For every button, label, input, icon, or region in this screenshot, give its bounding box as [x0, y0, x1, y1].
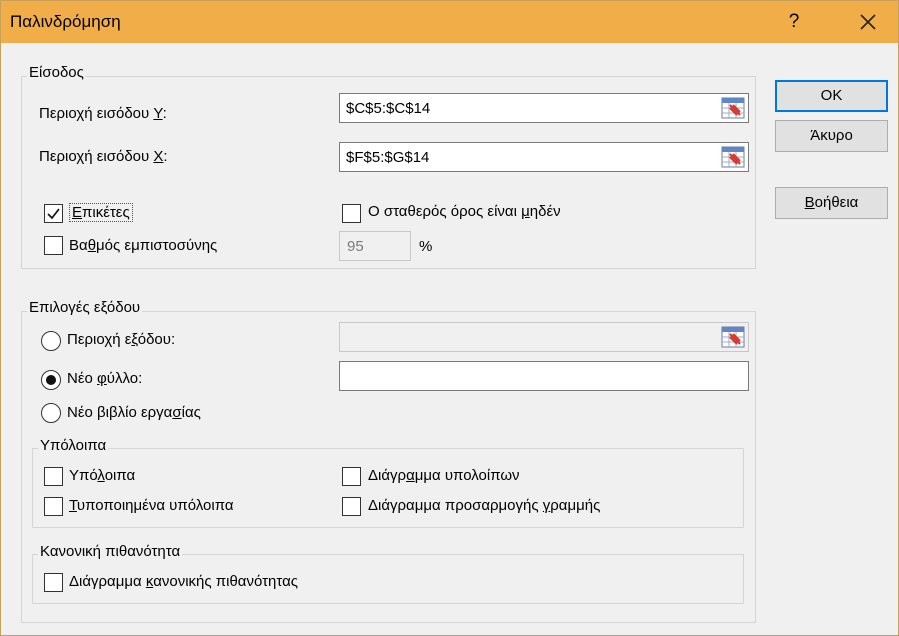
help-key: Β [804, 194, 815, 211]
new-sheet-input[interactable] [339, 361, 749, 391]
labels-rest: πικέτες [82, 204, 130, 221]
line-fit-plots-label: Διάγραμμα προσαρμογής γραμμής [368, 497, 600, 514]
new-workbook-radio[interactable] [41, 403, 61, 423]
confidence-label: Βαθμός εμπιστοσύνης [69, 237, 217, 254]
x-range-label-colon: : [163, 148, 168, 165]
radio-selected-dot [46, 375, 56, 385]
help-button[interactable]: Βοήθεια [775, 187, 888, 219]
y-range-label: Περιοχή εισόδου Y: [39, 105, 167, 122]
help-icon[interactable]: ? [781, 9, 807, 35]
standardized-residuals-label: Τυποποιημένα υπόλοιπα [69, 497, 234, 514]
y-range-input[interactable]: $C$5:$C$14 [339, 93, 749, 123]
output-range-label: Περιοχή εξόδου: [67, 331, 175, 348]
residuals-text: Υπό [69, 467, 98, 484]
output-range-rest: όδου: [137, 331, 176, 348]
x-range-input[interactable]: $F$5:$G$14 [339, 142, 749, 172]
confidence-input[interactable]: 95 [339, 231, 411, 261]
standardized-rest: υποποιημένα υπόλοιπα [76, 497, 234, 514]
constant-zero-checkbox[interactable] [342, 204, 361, 223]
normal-plot-rest: ανονικής πιθανότητας [153, 573, 298, 590]
output-group-label: Επιλογές εξόδου [27, 299, 143, 316]
help-rest: οήθεια [814, 194, 859, 211]
residual-plots-rest: μμα υπολοίπων [414, 467, 520, 484]
y-range-label-key: Y [153, 105, 163, 122]
close-icon[interactable] [853, 7, 883, 37]
line-fit-rest: ραμμής [550, 497, 601, 514]
standardized-key: Τ [69, 497, 77, 514]
line-fit-plots-checkbox[interactable] [342, 497, 361, 516]
x-range-label-text: Περιοχή εισόδου [39, 148, 154, 165]
residuals-checkbox[interactable] [44, 467, 63, 486]
confidence-unit: % [419, 238, 433, 255]
new-sheet-radio[interactable] [41, 370, 61, 390]
normal-probability-label: Διάγραμμα κανονικής πιθανότητας [69, 573, 298, 590]
title-bar: Παλινδρόμηση ? [1, 1, 898, 43]
residuals-key: λ [97, 467, 105, 484]
output-range-text: Περιοχή ε [67, 331, 132, 348]
labels-key: Ε [72, 204, 83, 221]
constant-zero-rest: ηδέν [529, 203, 561, 220]
residuals-rest: οιπα [104, 467, 136, 484]
regression-dialog: Παλινδρόμηση ? Είσοδος Περιοχή εισόδου Y… [0, 0, 899, 636]
range-selector-icon[interactable] [721, 326, 745, 348]
new-sheet-rest: ύλλο: [106, 370, 143, 387]
new-sheet-label: Νέο φύλλο: [67, 370, 142, 387]
output-range-input[interactable] [339, 322, 749, 352]
y-range-label-colon: : [162, 105, 167, 122]
residuals-group [32, 448, 744, 528]
dialog-title: Παλινδρόμηση [10, 12, 121, 31]
input-group-label: Είσοδος [27, 64, 86, 81]
constant-zero-text: Ο σταθερός όρος είναι [368, 203, 522, 220]
new-workbook-label: Νέο βιβλίο εργασίας [67, 404, 201, 421]
confidence-key: θ [87, 237, 97, 254]
new-workbook-text: Νέο βιβλίο εργα [67, 404, 173, 421]
residual-plots-text: Διάγρ [368, 467, 407, 484]
x-range-label-key: X [153, 148, 164, 165]
new-workbook-rest: ίας [181, 404, 201, 421]
normal-probability-group-label: Κανονική πιθανότητα [38, 543, 183, 560]
new-workbook-key: σ [172, 404, 182, 421]
confidence-text: Βα [69, 237, 88, 254]
new-sheet-text: Νέο [67, 370, 98, 387]
residual-plots-key: α [406, 467, 415, 484]
output-range-radio[interactable] [41, 331, 61, 351]
confidence-rest: μός εμπιστοσύνης [96, 237, 218, 254]
x-range-value: $F$5:$G$14 [346, 149, 430, 166]
constant-zero-label: Ο σταθερός όρος είναι μηδέν [368, 203, 561, 220]
standardized-residuals-checkbox[interactable] [44, 497, 63, 516]
residual-plots-checkbox[interactable] [342, 467, 361, 486]
residual-plots-label: Διάγραμμα υπολοίπων [368, 467, 520, 484]
constant-zero-key: μ [521, 203, 530, 220]
ok-button[interactable]: OK [775, 80, 888, 112]
labels-checkbox[interactable] [44, 204, 63, 223]
range-selector-icon[interactable] [721, 146, 745, 168]
y-range-value: $C$5:$C$14 [346, 100, 431, 117]
x-range-label: Περιοχή εισόδου X: [39, 148, 168, 165]
normal-probability-checkbox[interactable] [44, 573, 63, 592]
cancel-button[interactable]: Άκυρο [775, 120, 888, 152]
range-selector-icon[interactable] [721, 97, 745, 119]
y-range-label-text: Περιοχή εισόδου [39, 105, 154, 122]
line-fit-text: Διάγραμμα προσαρμογής [368, 497, 543, 514]
new-sheet-key: φ [97, 370, 107, 387]
labels-label: Επικέτες [69, 203, 133, 222]
confidence-checkbox[interactable] [44, 236, 63, 255]
confidence-value: 95 [347, 238, 364, 255]
residuals-label: Υπόλοιπα [69, 467, 135, 484]
normal-plot-text: Διάγραμμα [69, 573, 146, 590]
residuals-group-label: Υπόλοιπα [38, 437, 109, 454]
